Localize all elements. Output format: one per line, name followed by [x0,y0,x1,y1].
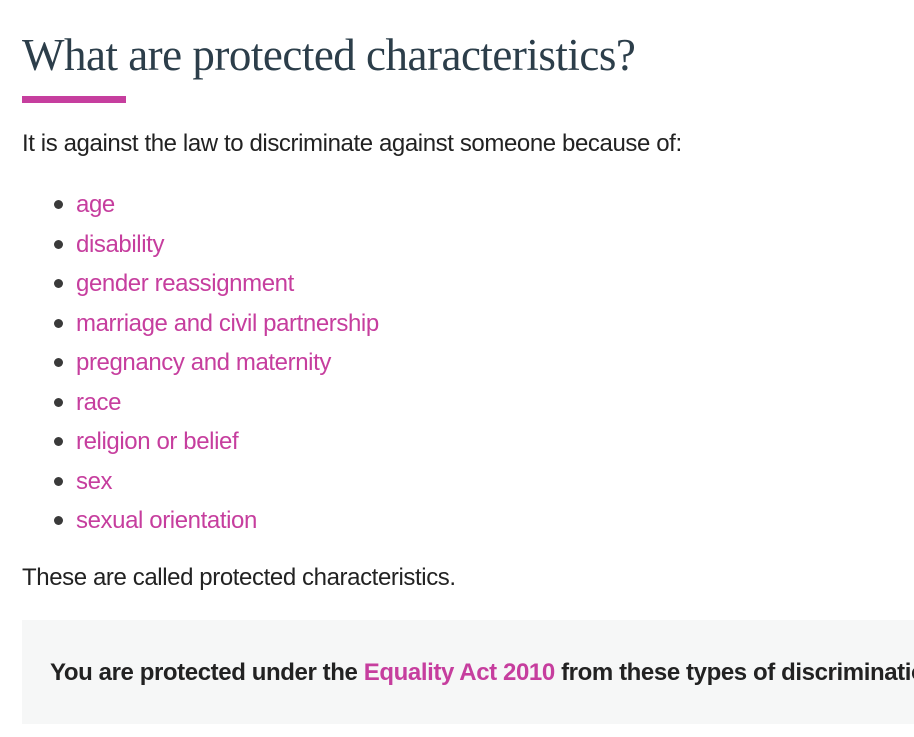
bullet-icon [54,279,63,288]
bullet-icon [54,318,63,328]
characteristic-link[interactable]: marriage and civil partnership [76,304,379,344]
bullet-icon [54,358,63,367]
bullet-icon [54,200,63,209]
characteristic-link[interactable]: pregnancy and maternity [76,343,331,383]
intro-text: It is against the law to discriminate ag… [22,130,682,157]
outro-text: These are called protected characteristi… [22,564,456,591]
callout-text-before: You are protected under the [50,659,364,686]
bullet-icon [54,437,63,446]
characteristic-link[interactable]: religion or belief [76,422,239,462]
characteristic-link[interactable]: gender reassignment [76,264,294,304]
bullet-icon [54,239,63,249]
page-title: What are protected characteristics? [22,30,636,80]
callout-text: You are protected under the Equality Act… [50,658,914,688]
characteristic-link[interactable]: race [76,383,121,423]
equality-act-link[interactable]: Equality Act 2010 [364,659,555,686]
callout-box: You are protected under the Equality Act… [22,620,914,724]
characteristic-link[interactable]: sex [76,462,113,502]
bullet-icon [54,476,63,486]
bullet-icon [54,397,63,407]
characteristic-link[interactable]: age [76,185,115,225]
characteristic-link[interactable]: sexual orientation [76,501,257,541]
callout-text-after: from these types of discrimination. [554,659,914,686]
characteristic-link[interactable]: disability [76,225,164,265]
bullet-icon [54,516,63,525]
title-underline [22,96,126,103]
